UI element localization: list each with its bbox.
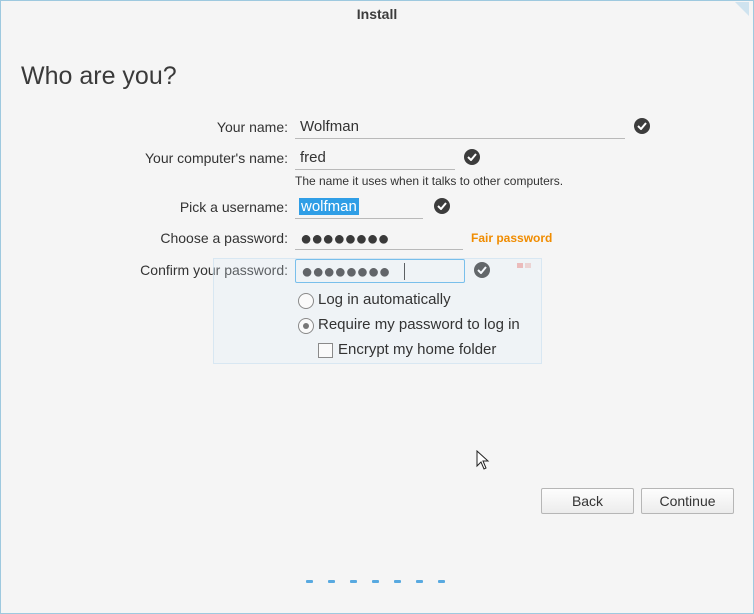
progress-step [438, 580, 445, 583]
progress-step [350, 580, 357, 583]
require-password-label[interactable]: Require my password to log in [318, 316, 520, 333]
username-field[interactable]: wolfman [295, 196, 423, 219]
password-field[interactable]: ●●●●●●●● [295, 227, 463, 250]
password-masked-value: ●●●●●●●● [300, 228, 390, 250]
computer-name-label: Your computer's name: [144, 150, 288, 166]
progress-step [416, 580, 423, 583]
password-strength: Fair password [471, 231, 553, 245]
username-valid-check-icon [434, 198, 450, 214]
computer-name-valid-check-icon [464, 149, 480, 165]
auto-login-label[interactable]: Log in automatically [318, 291, 451, 308]
computer-name-field[interactable]: fred [295, 147, 455, 170]
encrypt-home-checkbox[interactable] [318, 343, 333, 358]
ghost-window-controls-icon [517, 263, 531, 268]
encrypt-home-label[interactable]: Encrypt my home folder [338, 341, 496, 358]
page-title: Who are you? [21, 61, 177, 90]
progress-step [394, 580, 401, 583]
name-value: Wolfman [300, 118, 359, 135]
require-password-radio[interactable] [298, 318, 314, 334]
window-control-icon[interactable] [727, 2, 749, 16]
mouse-pointer-icon [476, 450, 490, 470]
continue-button[interactable]: Continue [641, 488, 734, 514]
username-label: Pick a username: [179, 199, 288, 215]
title-bar: Install [0, 0, 754, 28]
back-button[interactable]: Back [541, 488, 634, 514]
password-label: Choose a password: [160, 230, 288, 246]
name-valid-check-icon [634, 118, 650, 134]
computer-name-hint: The name it uses when it talks to other … [295, 174, 564, 188]
name-field[interactable]: Wolfman [295, 116, 625, 139]
window-title: Install [356, 6, 398, 22]
computer-name-value: fred [300, 149, 326, 166]
installer-progress [306, 570, 460, 583]
auto-login-radio[interactable] [298, 293, 314, 309]
name-label: Your name: [216, 119, 288, 135]
username-value: wolfman [299, 198, 359, 215]
progress-step [372, 580, 379, 583]
progress-step [306, 580, 313, 583]
progress-step [328, 580, 335, 583]
